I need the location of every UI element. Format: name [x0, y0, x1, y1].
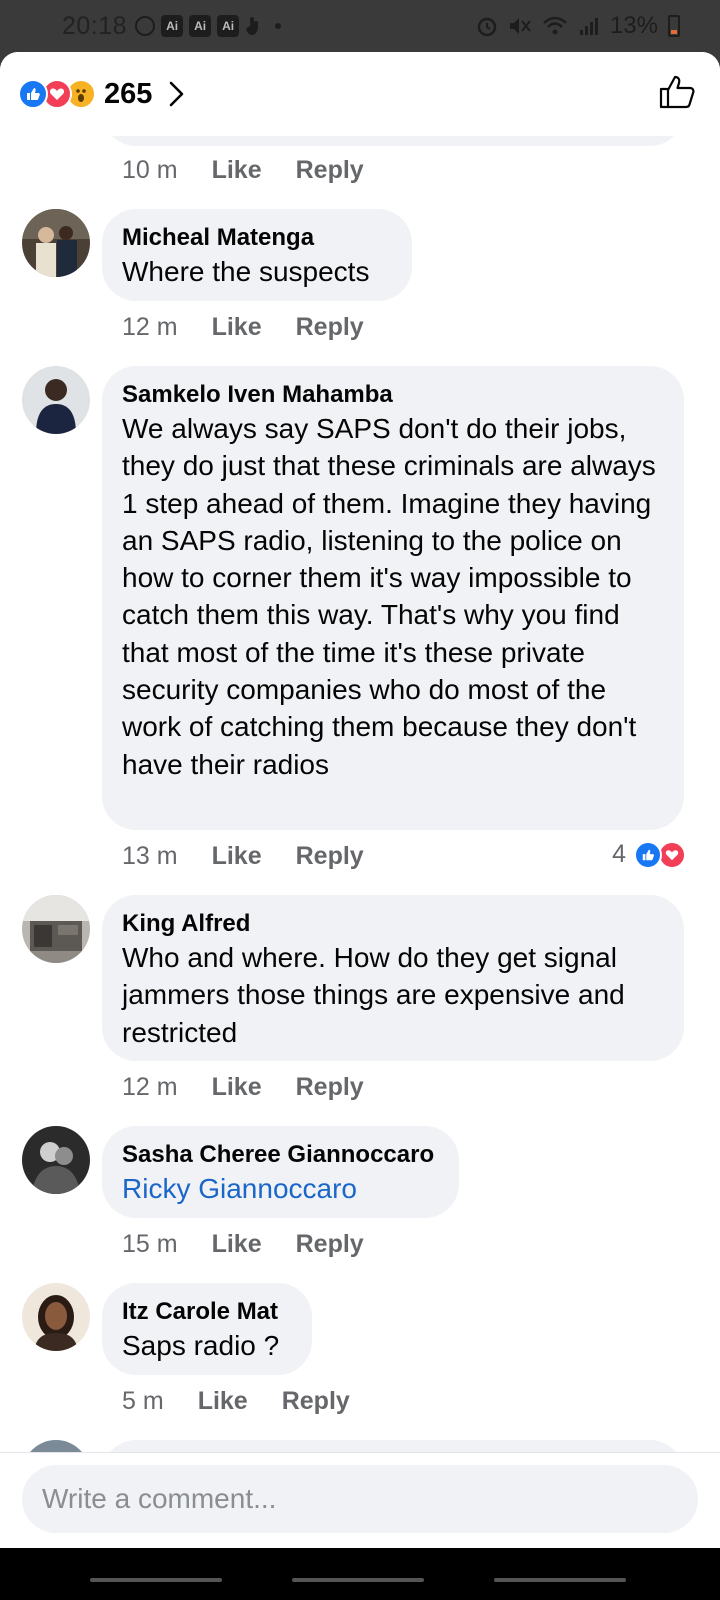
like-button[interactable]: Like [212, 313, 262, 342]
comment-text: Saps radio ? [122, 1330, 280, 1361]
hand-icon [246, 17, 259, 35]
sync-icon [135, 16, 156, 36]
comment-time: 15 m [122, 1230, 178, 1258]
comment-author[interactable]: Itz Carole Mat [122, 1297, 292, 1327]
comment-text: We always say SAPS don't do their jobs, … [122, 413, 656, 780]
avatar[interactable] [22, 1126, 90, 1194]
home-button[interactable] [292, 1578, 424, 1582]
like-button[interactable]: Like [212, 842, 262, 871]
comment-bubble[interactable]: Samkelo Iven Mahamba We always say SAPS … [102, 366, 684, 830]
mention-link[interactable]: Ricky Giannoccaro [122, 1170, 439, 1207]
ai-badge-icon: Ai [161, 15, 184, 37]
back-button[interactable] [494, 1578, 626, 1582]
comment-meta: 13 m Like Reply [122, 842, 364, 871]
like-button[interactable]: Like [212, 1073, 262, 1102]
comment-bubble[interactable]: Sasha Cheree Giannoccaro Ricky Giannocca… [102, 1126, 459, 1218]
comment-meta: 12 m Like Reply [122, 313, 364, 342]
mute-icon [509, 18, 531, 34]
comment-bubble[interactable]: Itz Carole Mat Saps radio ? [102, 1283, 312, 1375]
previous-comment-meta: 10 m Like Reply [122, 156, 364, 185]
battery-percent: 13% [609, 12, 658, 39]
reply-button[interactable]: Reply [282, 1387, 350, 1416]
comment-time: 10 m [122, 156, 178, 184]
reactions-summary[interactable]: 265 [18, 78, 186, 111]
more-notifications-dot-icon [275, 23, 282, 29]
comment-time: 13 m [122, 842, 178, 870]
comment-author[interactable]: King Alfred [122, 909, 664, 939]
avatar[interactable] [22, 895, 90, 963]
ai-badge-icon: Ai [189, 15, 212, 37]
comment-author[interactable]: Samkelo Iven Mahamba [122, 380, 664, 410]
signal-icon [579, 18, 598, 35]
comment-input[interactable] [22, 1465, 698, 1533]
reactions-header: 265 [0, 52, 720, 136]
comment-meta: 5 m Like Reply [122, 1387, 350, 1416]
reply-button[interactable]: Reply [296, 313, 364, 342]
reply-button[interactable]: Reply [296, 1230, 364, 1259]
system-nav-bar [0, 1548, 720, 1600]
comment-text: Who and where. How do they get signal ja… [122, 942, 625, 1048]
reply-button[interactable]: Reply [296, 1073, 364, 1102]
reply-button[interactable]: Reply [296, 156, 364, 185]
comment-reactions[interactable]: 4 [612, 840, 686, 869]
comment-time: 5 m [122, 1387, 164, 1415]
love-icon [658, 840, 686, 869]
thumbs-up-icon[interactable] [658, 74, 696, 115]
avatar[interactable] [22, 1283, 90, 1351]
like-button[interactable]: Like [198, 1387, 248, 1416]
chevron-right-icon [168, 80, 186, 108]
comment-time: 12 m [122, 313, 178, 341]
like-button[interactable]: Like [212, 156, 262, 185]
reaction-count: 265 [104, 77, 153, 110]
comment-reaction-count: 4 [612, 840, 626, 868]
comment-bubble[interactable]: Micheal Matenga Where the suspects [102, 209, 412, 301]
alarm-icon [477, 17, 497, 37]
comment-author[interactable]: Sasha Cheree Giannoccaro [122, 1140, 439, 1170]
comments-sheet: 265 10 m Like Reply Micheal Matenga Wher… [0, 52, 720, 1600]
comment-meta: 15 m Like Reply [122, 1230, 364, 1259]
avatar[interactable] [22, 209, 90, 277]
comment-text: Where the suspects [122, 256, 370, 287]
comment-meta: 12 m Like Reply [122, 1073, 364, 1102]
status-system-icons: 13% [476, 12, 680, 40]
like-button[interactable]: Like [212, 1230, 262, 1259]
reply-button[interactable]: Reply [296, 842, 364, 871]
like-icon [18, 79, 48, 109]
like-icon [634, 840, 662, 869]
avatar[interactable] [22, 366, 90, 434]
status-bar: 20:18 Ai Ai Ai 13% [0, 0, 720, 52]
comment-time: 12 m [122, 1073, 178, 1101]
status-time: 20:18 [62, 11, 128, 40]
battery-icon [668, 15, 680, 37]
recents-button[interactable] [90, 1578, 222, 1582]
comment-bubble[interactable]: King Alfred Who and where. How do they g… [102, 895, 684, 1061]
ai-badge-icon: Ai [217, 15, 240, 37]
wifi-icon [543, 16, 567, 35]
status-notification-icons: Ai Ai Ai [135, 15, 282, 37]
comment-author[interactable]: Micheal Matenga [122, 223, 392, 253]
